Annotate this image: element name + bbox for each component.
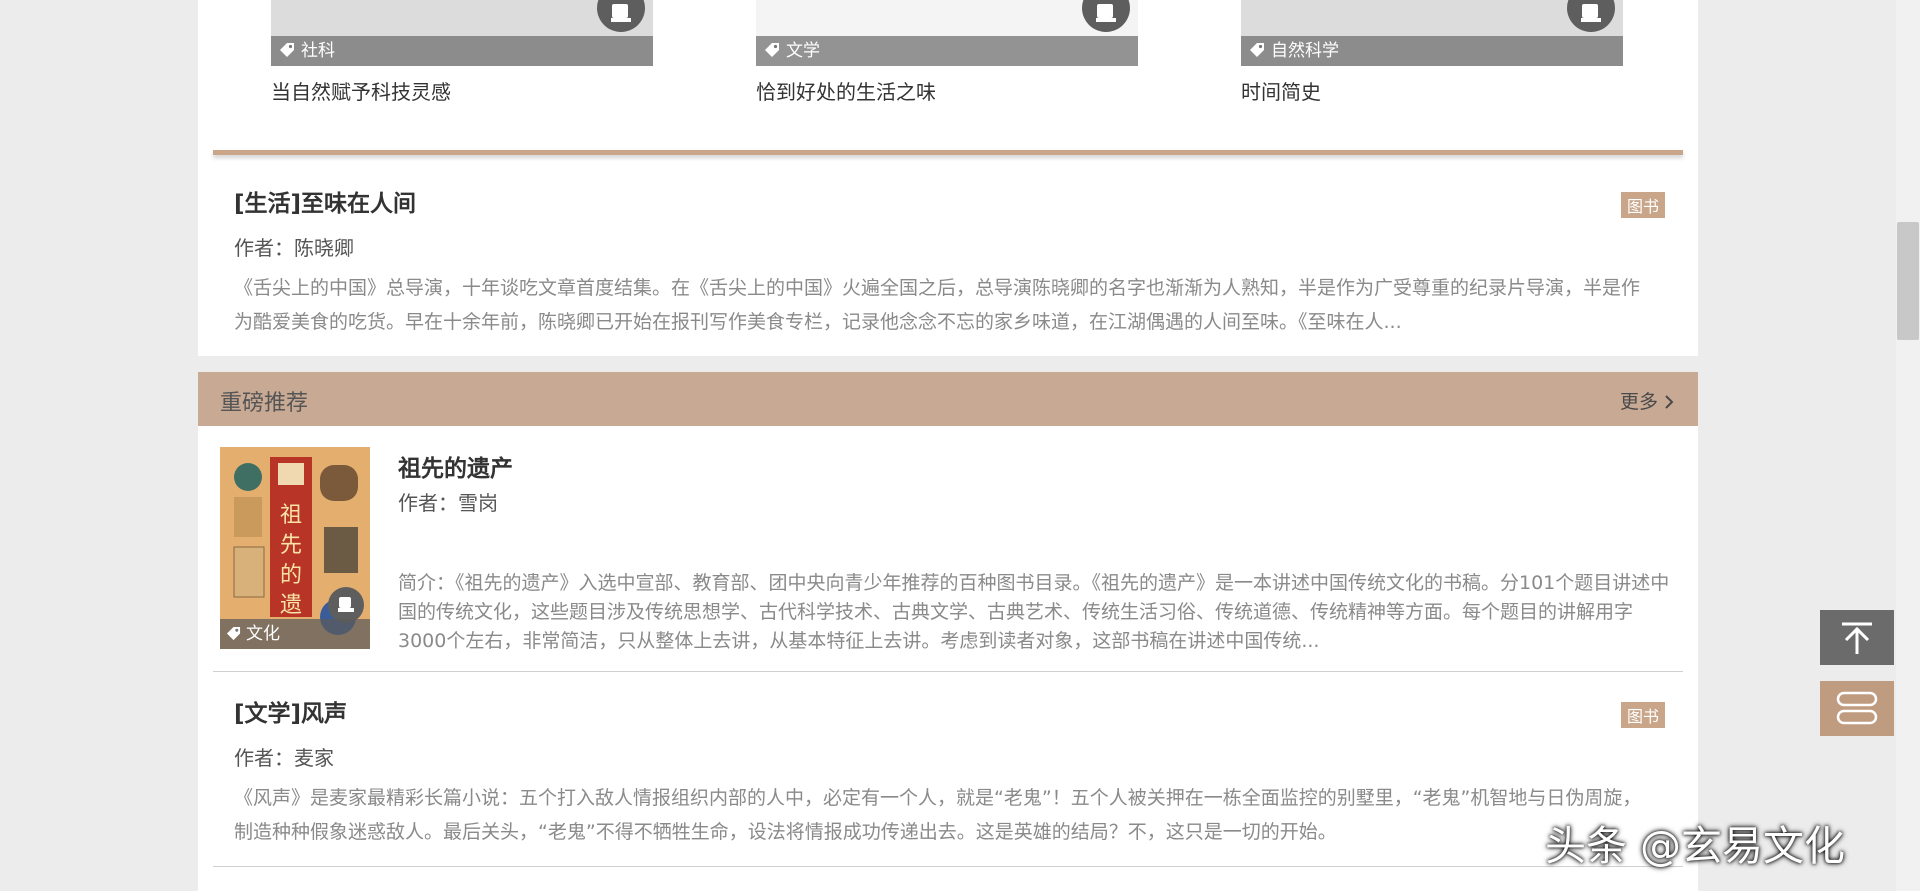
menu-icon <box>1836 691 1878 725</box>
category-label: 文化 <box>246 624 280 644</box>
article-description: 《舌尖上的中国》总导演，十年谈吃文章首度结集。在《舌尖上的中国》火遍全国之后，总… <box>234 277 1641 333</box>
svg-text:祖: 祖 <box>280 503 302 528</box>
book-card[interactable]: 文学 恰到好处的生活之味 <box>756 0 1138 105</box>
tag-icon <box>280 43 294 57</box>
book-title[interactable]: 恰到好处的生活之味 <box>756 76 1138 105</box>
book-icon <box>328 587 364 623</box>
featured-book[interactable]: 祖 先 的 遗 文化 祖先的遗产 作者：雪岗 简介：《祖先的遗产》入选中宣部、教… <box>220 447 1676 652</box>
book-cover[interactable]: 文学 <box>756 0 1138 66</box>
book-icon <box>1082 0 1130 32</box>
book-icon <box>1567 0 1615 32</box>
row-divider <box>213 866 1683 867</box>
book-card[interactable]: 社科 当自然赋予科技灵感 <box>271 0 653 105</box>
category-label: 社科 <box>301 41 335 61</box>
article-description: 《风声》是麦家最精彩长篇小说：五个打入敌人情报组织内部的人中，必定有一个人，就是… <box>234 787 1642 843</box>
menu-button[interactable] <box>1820 681 1894 736</box>
svg-text:的: 的 <box>280 563 302 588</box>
type-badge: 图书 <box>1620 192 1665 218</box>
section-gap <box>198 356 1698 372</box>
scrollbar[interactable] <box>1896 0 1920 891</box>
article-item[interactable]: [生活]至味在人间 图书 作者：陈晓卿 《舌尖上的中国》总导演，十年谈吃文章首度… <box>234 184 1665 339</box>
book-author: 作者：雪岗 <box>398 491 498 515</box>
svg-text:先: 先 <box>280 533 302 558</box>
tag-icon <box>765 43 779 57</box>
category-label: 自然科学 <box>1271 41 1339 61</box>
book-card[interactable]: 自然科学 时间简史 <box>1241 0 1623 105</box>
book-description: 简介：《祖先的遗产》入选中宣部、教育部、团中央向青少年推荐的百种图书目录。《祖先… <box>398 572 1670 652</box>
row-divider <box>213 671 1683 672</box>
book-cover[interactable]: 自然科学 <box>1241 0 1623 66</box>
tag-icon <box>226 626 241 641</box>
more-label[interactable]: 更多 <box>1620 391 1658 413</box>
category-caption: 自然科学 <box>1241 36 1623 66</box>
book-cover[interactable]: 祖 先 的 遗 文化 <box>220 447 370 649</box>
scrollbar-thumb[interactable] <box>1897 222 1919 340</box>
page-content: 社科 当自然赋予科技灵感 文学 恰到好处的生活之味 自然科学 时间简史 [生活]… <box>198 0 1698 891</box>
category-label: 文学 <box>786 41 820 61</box>
article-author: 作者：陈晓卿 <box>234 236 354 260</box>
section-header: 重磅推荐 更多 <box>198 372 1698 426</box>
category-caption: 社科 <box>271 36 653 66</box>
category-caption: 文学 <box>756 36 1138 66</box>
book-title[interactable]: 当自然赋予科技灵感 <box>271 76 653 105</box>
arrow-up-icon <box>1842 622 1872 654</box>
book-cover[interactable]: 社科 <box>271 0 653 66</box>
svg-text:遗: 遗 <box>280 593 302 618</box>
book-icon <box>597 0 645 32</box>
back-to-top-button[interactable] <box>1820 610 1894 665</box>
article-title[interactable]: [文学]风声 <box>234 694 1665 728</box>
article-item[interactable]: [文学]风声 图书 作者：麦家 《风声》是麦家最精彩长篇小说：五个打入敌人情报组… <box>234 694 1665 849</box>
more-link[interactable]: 更多 <box>1620 387 1674 414</box>
article-author: 作者：麦家 <box>234 746 334 770</box>
book-title[interactable]: 时间简史 <box>1241 76 1623 105</box>
chevron-right-icon <box>1665 395 1674 409</box>
article-title[interactable]: [生活]至味在人间 <box>234 184 1665 218</box>
book-title[interactable]: 祖先的遗产 <box>398 449 513 483</box>
category-caption: 文化 <box>220 619 370 649</box>
watermark: 头条 @玄易文化 <box>1545 822 1846 870</box>
section-divider <box>213 150 1683 155</box>
tag-icon <box>1250 43 1264 57</box>
type-badge: 图书 <box>1620 702 1665 728</box>
section-title: 重磅推荐 <box>220 391 309 416</box>
